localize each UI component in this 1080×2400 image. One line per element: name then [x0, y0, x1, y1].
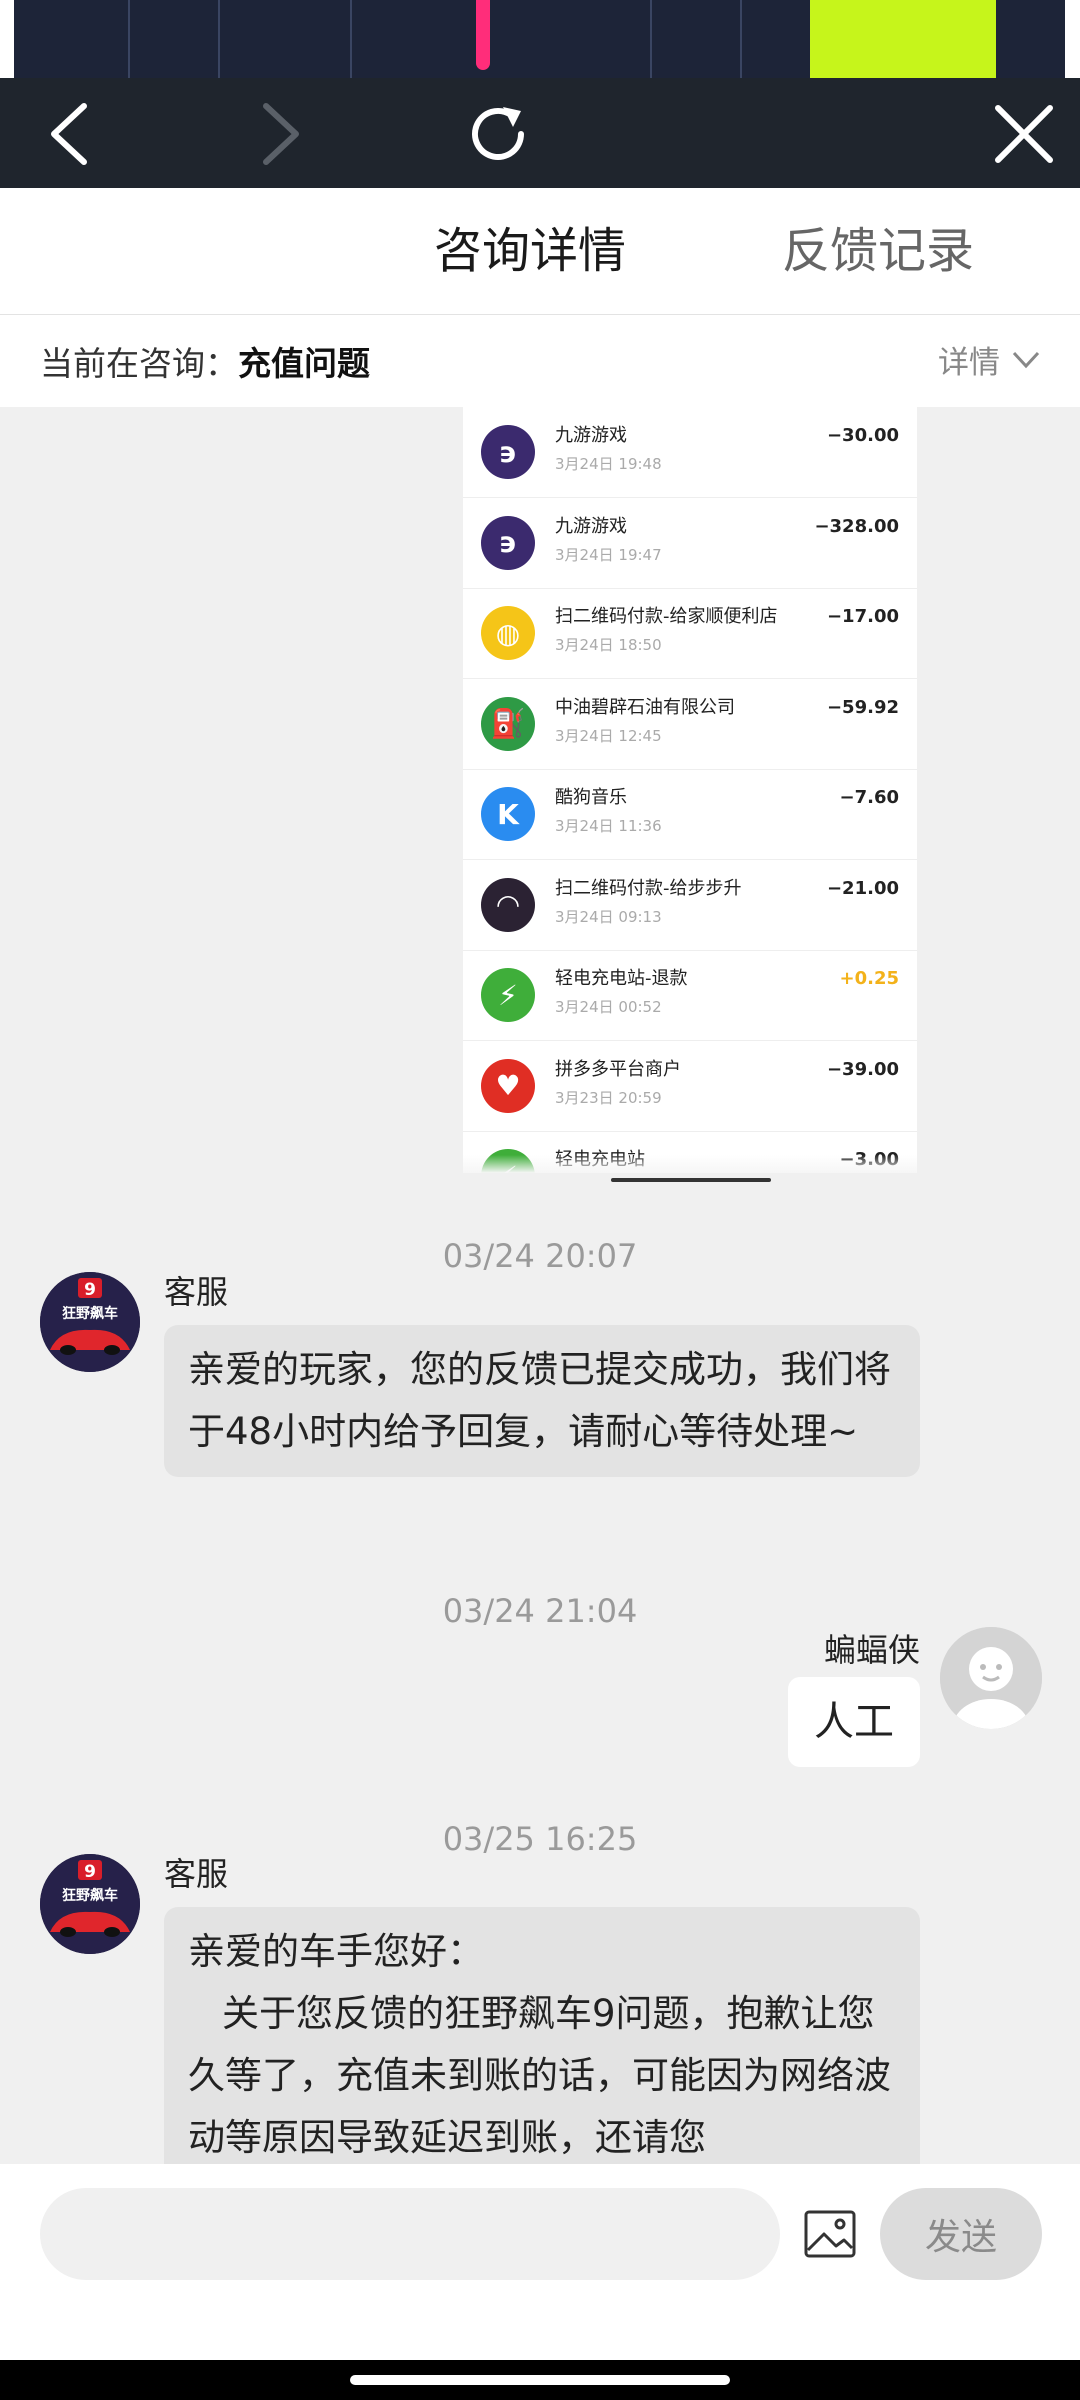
image-upload-button[interactable] [800, 2204, 860, 2264]
transaction-time: 3月24日 19:47 [555, 545, 662, 564]
refresh-icon [472, 107, 524, 160]
transaction-row: ⛽ 中油碧辟石油有限公司 3月24日 12:45 −59.92 [463, 679, 917, 770]
pinduoduo-icon: ♥ [481, 1058, 535, 1113]
transaction-amount: −17.00 [826, 606, 899, 627]
transaction-row: K 酷狗音乐 3月24日 11:36 −7.60 [463, 769, 917, 860]
game-background-strip [0, 0, 1080, 78]
detail-toggle[interactable]: 详情 [938, 337, 1040, 382]
nine-game-icon: ϶ [481, 425, 535, 479]
kugou-icon: K [481, 787, 535, 841]
consult-topic-bar: 当前在咨询：充值问题 详情 [0, 315, 1080, 407]
transaction-name: 扫二维码付款-给家顺便利店 [555, 606, 778, 627]
transaction-amount: +0.25 [839, 968, 900, 989]
browser-toolbar [0, 78, 1080, 188]
avatar-game-badge: 9 [84, 1862, 96, 1882]
screenshot-scroll-indicator [611, 1178, 771, 1182]
back-button[interactable] [30, 96, 106, 172]
transaction-row: ϶ 九游游戏 3月24日 19:47 −328.00 [463, 498, 917, 589]
transaction-time: 3月24日 00:52 [555, 998, 662, 1016]
transaction-time: 3月23日 20:59 [555, 1088, 662, 1107]
close-button[interactable] [986, 96, 1062, 172]
transaction-row: ◍ 扫二维码付款-给家顺便利店 3月24日 18:50 −17.00 [463, 588, 917, 679]
message-sender: 客服 [164, 1273, 229, 1311]
payment-record-screenshot[interactable]: ϶ 九游游戏 3月24日 19:48 −30.00 ϶ 九游游戏 3月24日 19:47 −3… [463, 407, 917, 1173]
avatar-game-caption: 狂野飙车 [62, 1305, 118, 1322]
tab-feedback-history[interactable]: 反馈记录 [782, 216, 974, 286]
message-bubble-outgoing[interactable]: 人工 [788, 1677, 920, 1767]
transaction-row: ϶ 九游游戏 3月24日 19:48 −30.00 [463, 407, 917, 498]
consult-topic-value: 充值问题 [238, 344, 370, 383]
service-avatar: 9 狂野飙车 [40, 1854, 140, 1954]
message-timestamp: 03/24 20:07 [442, 1237, 638, 1275]
ev-charge-icon: ⚡ [481, 968, 535, 1022]
transaction-name: 扫二维码付款-给步步升 [555, 877, 742, 899]
message-timestamp: 03/25 16:25 [442, 1820, 638, 1858]
message-bubble-incoming[interactable]: 亲爱的玩家，您的反馈已提交成功，我们将于48小时内给予回复，请耐心等待处理~ [164, 1325, 920, 1477]
user-avatar [940, 1627, 1042, 1729]
transaction-name: 拼多多平台商户 [555, 1058, 681, 1080]
sunset-avatar-icon: ◠ [481, 877, 535, 932]
message-line: 关于您反馈的狂野飙车9问题，抱歉让您久等了，充值未到账的话，可能因为网络波动等原… [188, 1992, 891, 2159]
transaction-amount: −39.00 [826, 1058, 899, 1080]
send-button[interactable]: 发送 [880, 2188, 1042, 2280]
close-icon [995, 105, 1053, 163]
consult-topic-prefix: 当前在咨询： [40, 344, 238, 383]
consult-topic: 当前在咨询：充值问题 [40, 337, 370, 385]
transaction-amount: −59.92 [826, 696, 899, 718]
transaction-amount: −30.00 [826, 425, 899, 446]
message-bubble-incoming[interactable]: 亲爱的车手您好： 关于您反馈的狂野飙车9问题，抱歉让您久等了，充值未到账的话，可… [164, 1907, 920, 2164]
message-sender: 蝙蝠侠 [823, 1631, 920, 1669]
avatar-game-badge: 9 [84, 1280, 96, 1300]
transaction-row: ♥ 拼多多平台商户 3月23日 20:59 −39.00 [463, 1041, 917, 1132]
transaction-name: 九游游戏 [555, 425, 627, 446]
detail-label: 详情 [938, 345, 1000, 381]
transaction-name: 酷狗音乐 [555, 787, 627, 808]
money-bag-icon: ◍ [481, 606, 535, 660]
chat-area[interactable]: ϶ 九游游戏 3月24日 19:48 −30.00 ϶ 九游游戏 3月24日 19:47 −3… [0, 407, 1080, 2164]
fuel-station-icon: ⛽ [481, 696, 535, 751]
transaction-name: 九游游戏 [555, 515, 627, 537]
forward-button[interactable] [244, 96, 320, 172]
message-line: 亲爱的车手您好： [188, 1930, 484, 1973]
transaction-amount: −21.00 [826, 877, 899, 899]
transaction-name: 中油碧辟石油有限公司 [555, 696, 735, 718]
transaction-amount: −328.00 [814, 515, 899, 537]
service-avatar: 9 狂野飙车 [40, 1272, 140, 1372]
tab-consult-detail[interactable]: 咨询详情 [434, 216, 626, 286]
transaction-time: 3月24日 11:36 [555, 817, 662, 835]
message-input[interactable] [40, 2188, 780, 2280]
refresh-button[interactable] [460, 96, 536, 172]
image-icon [804, 2210, 856, 2258]
chevron-left-icon [51, 103, 87, 165]
transaction-row: ⚡ 轻电充电站-退款 3月24日 00:52 +0.25 [463, 950, 917, 1041]
input-bar: 发送 [0, 2164, 1080, 2360]
transaction-name: 轻电充电站-退款 [555, 968, 688, 989]
nine-game-icon: ϶ [481, 515, 535, 570]
transaction-time: 3月24日 19:48 [555, 455, 662, 473]
chevron-down-icon [1012, 351, 1040, 368]
chevron-right-icon [263, 103, 299, 165]
avatar-game-caption: 狂野飙车 [62, 1887, 118, 1904]
system-nav-bar [0, 2360, 1080, 2400]
transaction-time: 3月24日 12:45 [555, 726, 662, 745]
home-indicator[interactable] [350, 2375, 730, 2385]
transaction-time: 3月24日 18:50 [555, 636, 662, 654]
transaction-amount: −7.60 [839, 787, 900, 808]
transaction-row: ◠ 扫二维码付款-给步步升 3月24日 09:13 −21.00 [463, 860, 917, 951]
transaction-time: 3月24日 09:13 [555, 907, 662, 926]
page-header: 咨询详情 反馈记录 [0, 188, 1080, 315]
message-sender: 客服 [164, 1855, 229, 1893]
